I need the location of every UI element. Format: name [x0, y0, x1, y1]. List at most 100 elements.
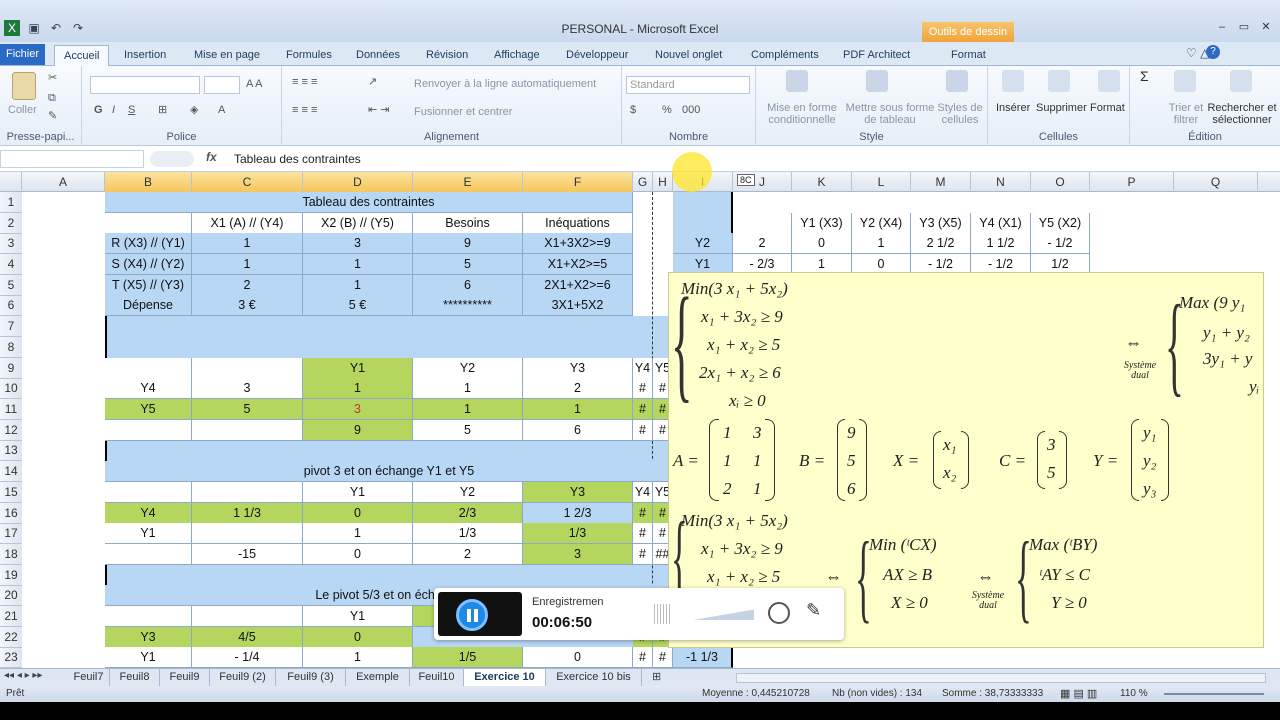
cell[interactable] — [105, 358, 192, 379]
col-header-x1[interactable]: X1 (A) // (Y4) — [192, 213, 303, 234]
conditional-format-icon[interactable] — [786, 70, 808, 92]
insert-button[interactable]: Insérer — [996, 102, 1030, 114]
table-cell[interactable]: 2 — [413, 544, 523, 565]
table-cell[interactable]: # — [633, 420, 653, 441]
row-header[interactable]: 20 — [0, 585, 22, 606]
table-cell[interactable]: 0 — [523, 647, 633, 668]
table-cell[interactable]: Y2 — [413, 358, 523, 379]
delete-cells-icon[interactable] — [1048, 70, 1070, 92]
sheet-nav-icon[interactable]: ◂◂ ◂ ▸ ▸▸ — [4, 670, 42, 681]
table-cell[interactable]: 6 — [413, 275, 523, 296]
row-header[interactable]: 2 — [0, 213, 22, 234]
table-cell[interactable]: -1 1/3 — [673, 647, 733, 668]
conditional-format-button[interactable]: Mise en forme conditionnelle — [762, 102, 842, 126]
cell[interactable] — [192, 606, 303, 627]
table-cell[interactable]: Y1 — [303, 358, 413, 379]
table-cell[interactable]: Y1 — [105, 647, 192, 668]
sheet-tab[interactable]: Exercice 10 bis — [546, 669, 642, 686]
table-cell[interactable]: Y4 — [633, 358, 653, 379]
table-cell[interactable]: Y3 — [523, 358, 633, 379]
col-header-inequations[interactable]: Inéquations — [523, 213, 633, 234]
table-cell[interactable]: 1 — [523, 399, 633, 420]
sheet-tab[interactable]: Feuil9 (3) — [276, 669, 346, 686]
table-cell[interactable]: 0 — [303, 544, 413, 565]
format-table-icon[interactable] — [866, 70, 888, 92]
table-cell[interactable]: 1 — [303, 254, 413, 275]
table-cell[interactable]: 1 — [303, 647, 413, 668]
table-cell[interactable]: Y1 — [303, 606, 413, 627]
row-header[interactable]: 23 — [0, 647, 22, 668]
row-header[interactable]: 15 — [0, 482, 22, 503]
close-button[interactable]: ✕ — [1258, 20, 1274, 34]
table-cell[interactable]: 1/3 — [413, 523, 523, 544]
tab-pdf-architect[interactable]: PDF Architect — [843, 45, 910, 66]
table-cell[interactable]: T (X5) // (Y3) — [105, 275, 192, 296]
font-name-select[interactable] — [90, 76, 200, 94]
delete-button[interactable]: Supprimer — [1036, 102, 1087, 114]
table-cell[interactable]: - 1/2 — [1031, 233, 1090, 254]
table-cell[interactable]: 1/3 — [523, 523, 633, 544]
horizontal-scrollbar[interactable] — [736, 673, 1266, 683]
row-header[interactable]: 13 — [0, 440, 22, 461]
align-top-icon[interactable]: ≡ ≡ ≡ — [292, 76, 317, 88]
format-as-table-button[interactable]: Mettre sous forme de tableau — [844, 102, 936, 126]
table-cell[interactable]: 0 — [303, 503, 413, 524]
table-cell[interactable]: Y4 — [633, 482, 653, 503]
table-cell[interactable]: Y3 — [105, 627, 192, 648]
table-cell[interactable]: 2 — [523, 378, 633, 399]
formula-bar-handle[interactable] — [150, 151, 194, 167]
table-cell[interactable]: 1 2/3 — [523, 503, 633, 524]
cell[interactable] — [733, 213, 792, 234]
table-cell[interactable]: # — [633, 647, 653, 668]
orientation-icon[interactable]: ↗ — [368, 76, 377, 88]
table-cell[interactable]: 9 — [303, 420, 413, 441]
col-header-o[interactable]: O — [1031, 172, 1090, 192]
cell[interactable] — [105, 213, 192, 234]
table-cell[interactable]: Y1 — [105, 523, 192, 544]
sheet-tab[interactable]: Feuil9 (2) — [210, 669, 276, 686]
autosum-icon[interactable]: Σ — [1140, 69, 1149, 83]
row-header[interactable]: 22 — [0, 627, 22, 648]
tab-developer[interactable]: Développeur — [566, 45, 628, 66]
insert-function-icon[interactable]: fx — [206, 150, 217, 164]
table-cell[interactable]: 5 — [192, 399, 303, 420]
row-header[interactable]: 14 — [0, 461, 22, 482]
table-cell[interactable]: 3 € — [192, 295, 303, 316]
row-header[interactable]: 11 — [0, 399, 22, 420]
col-header-a[interactable]: A — [22, 172, 105, 192]
table-cell[interactable]: Dépense — [105, 295, 192, 316]
row-header[interactable]: 21 — [0, 606, 22, 627]
table-cell[interactable]: 5 — [413, 420, 523, 441]
col-header-k[interactable]: K — [792, 172, 852, 192]
table-cell[interactable]: 0 — [792, 233, 852, 254]
table-cell[interactable]: 3 — [192, 378, 303, 399]
sheet-tab[interactable]: Exemple — [346, 669, 410, 686]
right-col-header[interactable]: Y3 (X5) — [911, 213, 971, 234]
col-header-l[interactable]: L — [852, 172, 911, 192]
cell[interactable] — [105, 482, 192, 503]
col-header-g[interactable]: G — [633, 172, 653, 192]
currency-icon[interactable]: $ — [630, 104, 636, 116]
zoom-level[interactable]: 110 % — [1120, 688, 1148, 699]
right-col-header[interactable]: Y5 (X2) — [1031, 213, 1090, 234]
percent-button[interactable]: % — [662, 104, 672, 116]
col-header-m[interactable]: M — [911, 172, 971, 192]
right-col-header[interactable]: Y1 (X3) — [792, 213, 852, 234]
sheet-tab[interactable]: Feuil8 — [110, 669, 160, 686]
table-cell[interactable]: 6 — [523, 420, 633, 441]
tab-addins[interactable]: Compléments — [751, 45, 819, 66]
cell[interactable] — [192, 523, 303, 544]
find-select-button[interactable]: Rechercher et sélectionner — [1206, 102, 1278, 126]
thousands-button[interactable]: 000 — [682, 104, 700, 116]
bold-icon[interactable]: G — [94, 104, 103, 116]
table-cell[interactable]: Y1 — [303, 482, 413, 503]
right-col-header[interactable]: Y2 (X4) — [852, 213, 911, 234]
table-cell[interactable]: X1+X2>=5 — [523, 254, 633, 275]
table-cell[interactable]: 1/5 — [413, 647, 523, 668]
table-cell[interactable]: Y4 — [105, 503, 192, 524]
cell[interactable] — [105, 606, 192, 627]
border-icon[interactable]: ⊞ — [158, 104, 167, 116]
paste-icon[interactable] — [12, 72, 36, 100]
maximize-button[interactable]: ▭ — [1236, 20, 1252, 34]
table-cell[interactable]: 1 — [192, 254, 303, 275]
